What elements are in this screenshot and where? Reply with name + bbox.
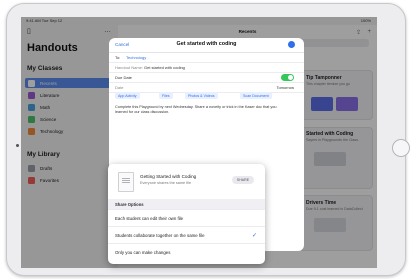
share-options-popover: Getting Started with Coding Everyone sha…	[108, 164, 265, 264]
files-button[interactable]: Files	[159, 92, 173, 99]
document-icon	[118, 172, 134, 192]
to-label: To:	[115, 55, 121, 60]
date-value: Tomorrow	[276, 85, 294, 90]
option-label: Students collaborate together on the sam…	[115, 233, 205, 238]
home-button[interactable]	[392, 139, 410, 157]
share-chip[interactable]: SHARE	[232, 176, 254, 184]
to-value: Technology	[126, 55, 147, 60]
file-name: Getting Started with Coding	[140, 174, 197, 179]
share-option-collaborate[interactable]: Students collaborate together on the sam…	[108, 226, 265, 244]
chip-label: Photos & Videos	[188, 93, 215, 98]
due-date-row: Due Date	[109, 73, 304, 83]
handout-name-value: Get started with coding	[144, 65, 185, 70]
file-sharing-summary: Everyone shares the same file	[140, 181, 192, 185]
date-label: Date	[115, 85, 124, 90]
handout-name-row[interactable]: Handout Name: Get started with coding	[109, 63, 304, 73]
sheet-title: Get started with coding	[176, 41, 237, 47]
share-options-header: Share Options	[108, 199, 265, 209]
share-option-only-you[interactable]: Only you can make changes	[108, 243, 265, 261]
cancel-button[interactable]: Cancel	[115, 42, 129, 47]
checkmark-icon: ✓	[251, 233, 257, 239]
handout-description[interactable]: Complete this Playground by next Wednesd…	[115, 105, 285, 115]
photos-videos-button[interactable]: Photos & Videos	[185, 92, 218, 99]
chip-label: App Activity	[118, 93, 137, 98]
send-button[interactable]	[288, 41, 295, 48]
front-camera	[16, 144, 19, 147]
due-date-label: Due Date	[115, 75, 132, 80]
chip-label: Scan Document	[243, 93, 269, 98]
option-label: Each student can edit their own file	[115, 216, 184, 221]
share-option-each-student[interactable]: Each student can edit their own file	[108, 209, 265, 227]
to-row[interactable]: To: Technology	[109, 53, 304, 63]
handout-name-label: Handout Name:	[115, 65, 144, 70]
scan-document-button[interactable]: Scan Document	[240, 92, 272, 99]
chip-label: Files	[162, 93, 170, 98]
sheet-header: Cancel Get started with coding	[109, 38, 304, 53]
share-options-label: Share Options	[115, 201, 144, 207]
app-activity-button[interactable]: App Activity	[115, 92, 140, 99]
option-label: Only you can make changes	[115, 250, 171, 255]
due-date-toggle[interactable]	[281, 74, 294, 81]
